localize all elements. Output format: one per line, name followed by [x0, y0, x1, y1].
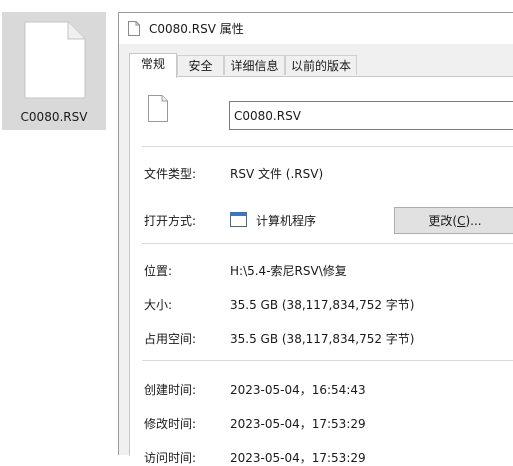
accessed-value: 2023-05-04，17:53:29	[230, 451, 366, 465]
tab-strip: 常规 安全 详细信息 以前的版本	[129, 53, 513, 78]
size-on-disk-label: 占用空间:	[144, 332, 197, 346]
divider	[142, 360, 513, 361]
file-name-input[interactable]	[229, 101, 513, 130]
divider	[142, 146, 513, 147]
change-button[interactable]: 更改(C)...	[394, 207, 513, 234]
tab-security[interactable]: 安全	[177, 55, 224, 75]
size-on-disk-value: 35.5 GB (38,117,834,752 字节)	[230, 332, 415, 346]
application-window-icon	[230, 212, 247, 227]
general-panel: 文件类型: RSV 文件 (.RSV) 打开方式: 计算机程序 更改(C)...…	[129, 76, 513, 465]
title-bar[interactable]: C0080.RSV 属性	[119, 13, 513, 44]
dialog-title: C0080.RSV 属性	[149, 22, 244, 36]
file-icon	[148, 95, 168, 122]
size-label: 大小:	[144, 298, 173, 312]
created-label: 创建时间:	[144, 383, 197, 397]
tab-previous-versions[interactable]: 以前的版本	[285, 55, 357, 75]
file-type-value: RSV 文件 (.RSV)	[230, 167, 324, 181]
tab-general[interactable]: 常规	[129, 53, 177, 78]
location-label: 位置:	[144, 264, 173, 278]
modified-label: 修改时间:	[144, 417, 197, 431]
file-icon	[24, 21, 86, 99]
size-value: 35.5 GB (38,117,834,752 字节)	[230, 298, 415, 312]
desktop-file-label: C0080.RSV	[20, 110, 88, 124]
file-icon	[128, 21, 140, 36]
divider	[142, 243, 513, 244]
file-type-label: 文件类型:	[144, 167, 197, 181]
modified-value: 2023-05-04，17:53:29	[230, 417, 366, 431]
created-value: 2023-05-04，16:54:43	[230, 383, 366, 397]
open-with-label: 打开方式:	[144, 214, 197, 228]
location-value: H:\5.4-索尼RSV\修复	[230, 264, 347, 278]
open-with-app: 计算机程序	[256, 214, 317, 228]
properties-dialog: C0080.RSV 属性 常规 安全 详细信息 以前的版本 文件类型: RSV …	[118, 12, 513, 465]
tab-details[interactable]: 详细信息	[224, 55, 285, 75]
accessed-label: 访问时间:	[144, 451, 197, 465]
desktop-file-item[interactable]: C0080.RSV	[2, 12, 106, 130]
